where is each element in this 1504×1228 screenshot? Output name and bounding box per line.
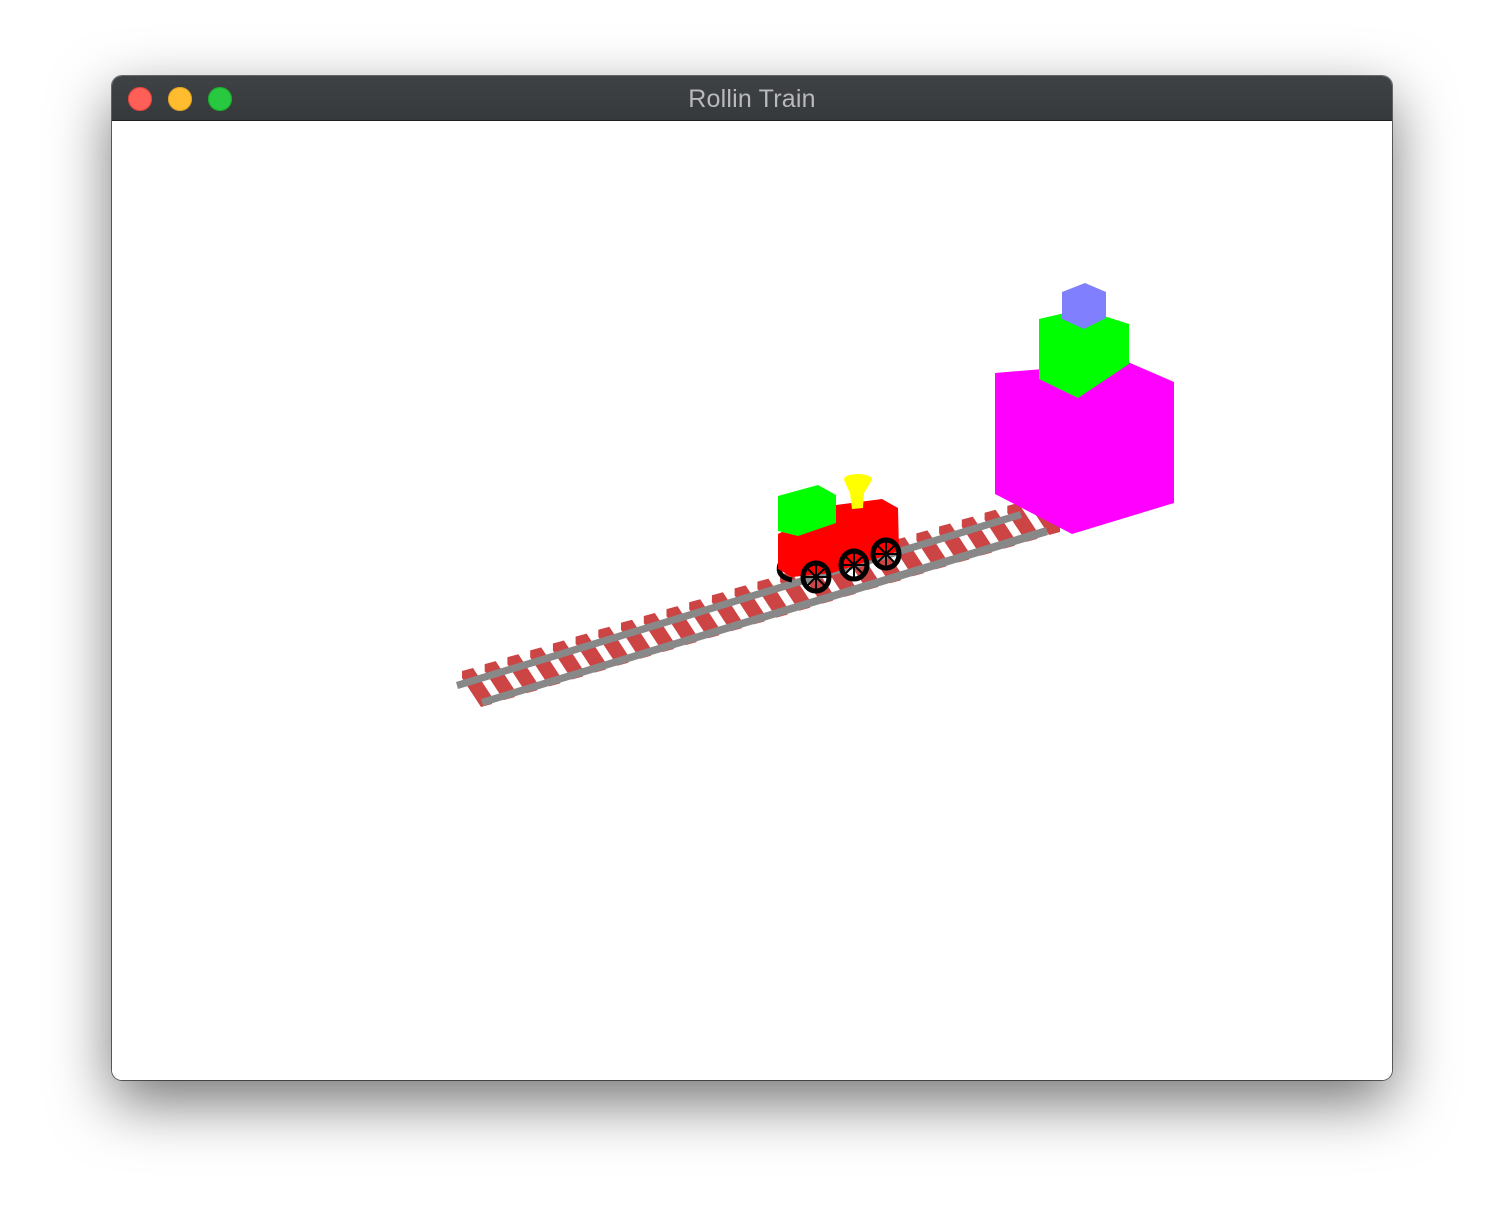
smokestack-top	[844, 474, 872, 484]
scene-viewport[interactable]	[112, 121, 1392, 1080]
app-window: Rollin Train	[112, 76, 1392, 1080]
window-title: Rollin Train	[688, 85, 816, 113]
wheel-1	[800, 560, 832, 594]
wheel-3	[870, 537, 902, 571]
title-bar[interactable]: Rollin Train	[112, 76, 1392, 121]
rail-front	[481, 527, 1048, 706]
wheel-2	[838, 548, 870, 582]
rail-back	[456, 511, 1022, 689]
stacked-blocks	[995, 283, 1174, 534]
scene-canvas	[456, 283, 1174, 707]
